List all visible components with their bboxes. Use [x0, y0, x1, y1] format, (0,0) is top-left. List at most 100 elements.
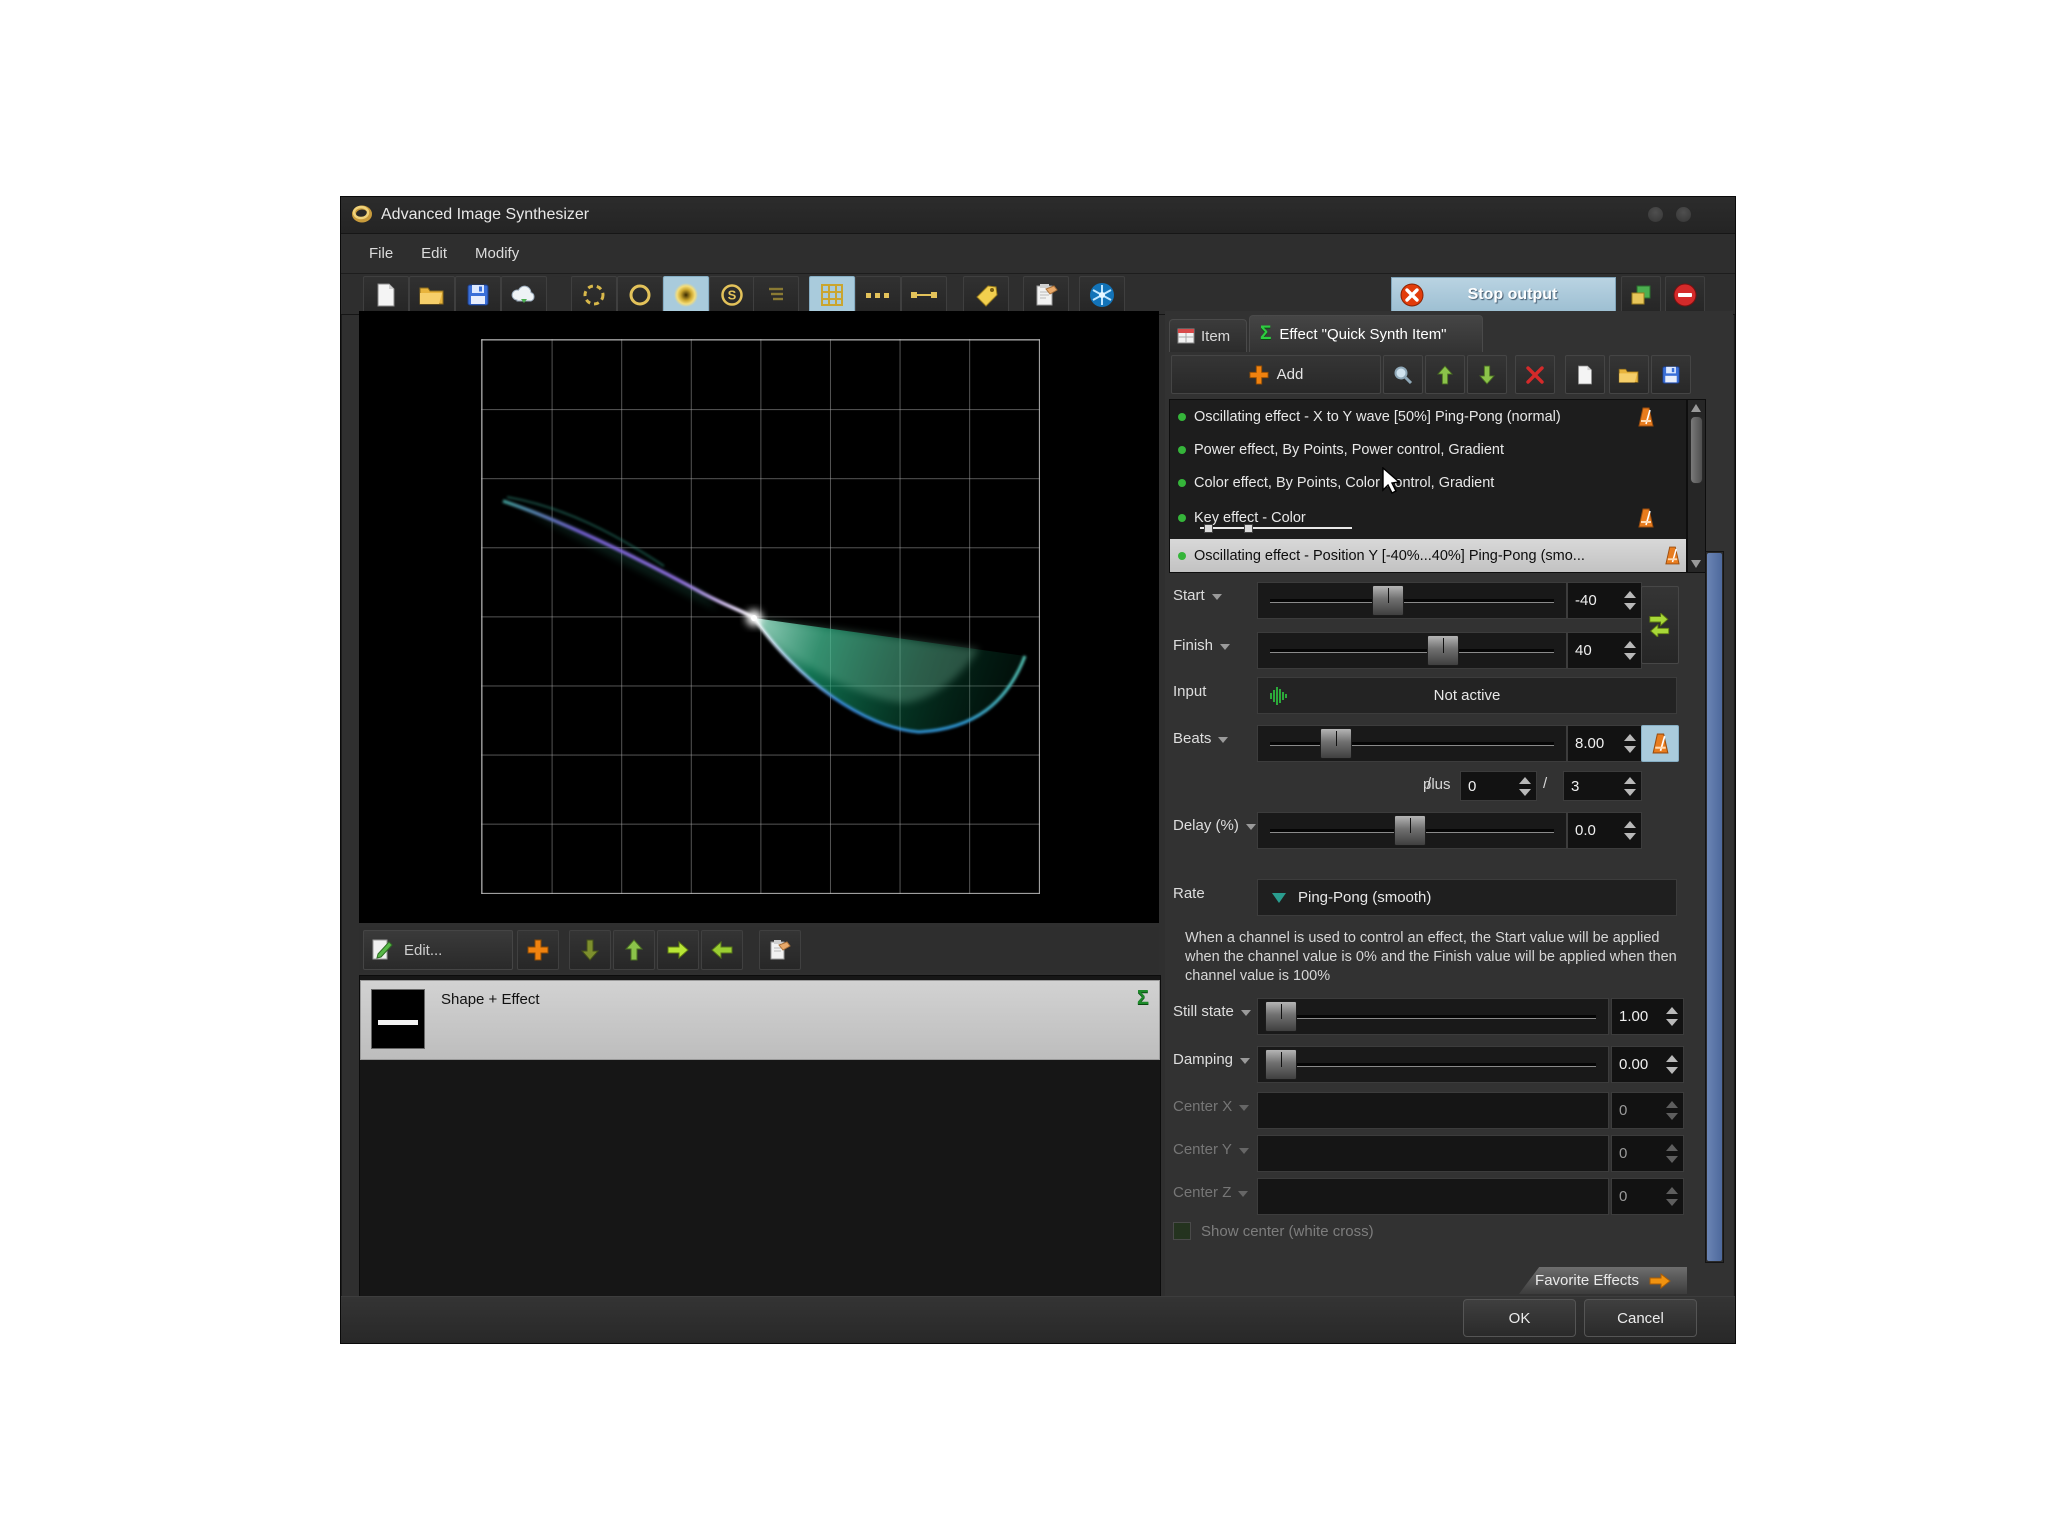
start-slider[interactable] [1257, 582, 1567, 619]
rate-row: Rate Ping-Pong (smooth) [1165, 877, 1710, 917]
beats-spinner[interactable] [1622, 726, 1638, 761]
save-effect-list-button[interactable] [1651, 355, 1691, 394]
effect-row-1[interactable]: Oscillating effect - X to Y wave [50%] P… [1170, 400, 1686, 433]
swap-start-finish-button[interactable] [1641, 586, 1679, 664]
damping-slider[interactable] [1257, 1046, 1609, 1083]
ok-button[interactable]: OK [1463, 1299, 1576, 1337]
add-effect-button[interactable]: Add [1171, 355, 1381, 394]
effect-list-scrollbar[interactable] [1687, 399, 1706, 573]
rate-value: Ping-Pong (smooth) [1298, 889, 1431, 906]
layers-button[interactable] [1621, 276, 1661, 313]
search-effect-button[interactable] [1383, 355, 1423, 394]
finish-value-field[interactable]: 40 [1567, 632, 1642, 669]
center-x-row: Center X 0 [1165, 1090, 1710, 1130]
dashed-circle-tool-button[interactable] [571, 276, 617, 313]
still-state-label-dropdown[interactable]: Still state [1173, 1003, 1251, 1020]
tab-item[interactable]: Item [1169, 319, 1247, 352]
beats-slider[interactable] [1257, 725, 1567, 762]
delete-effect-button[interactable] [1515, 355, 1555, 394]
glow-circle-tool-button[interactable] [663, 276, 709, 313]
beats-label-dropdown[interactable]: Beats [1173, 730, 1228, 747]
delay-value-field[interactable]: 0.0 [1567, 812, 1642, 849]
still-state-spinner[interactable] [1664, 999, 1680, 1034]
window-button-2[interactable] [1676, 207, 1691, 222]
new-effect-list-button[interactable] [1565, 355, 1605, 394]
input-selector[interactable]: Not active [1257, 677, 1677, 714]
show-center-checkbox[interactable] [1173, 1222, 1191, 1240]
start-label-dropdown[interactable]: Start [1173, 587, 1222, 604]
s-circle-icon: S [720, 283, 744, 307]
rate-dropdown[interactable]: Ping-Pong (smooth) [1257, 879, 1677, 916]
menu-modify[interactable]: Modify [461, 234, 533, 273]
stop-output-button[interactable]: Stop output [1391, 277, 1616, 313]
beats-value-field[interactable]: 8.00 [1567, 725, 1642, 762]
edit-button[interactable]: Edit... [363, 930, 513, 970]
grid-view-button[interactable] [809, 276, 855, 313]
still-state-value-field[interactable]: 1.00 [1611, 998, 1684, 1035]
finish-spinner[interactable] [1622, 633, 1638, 668]
delay-slider[interactable] [1257, 812, 1567, 849]
damping-spinner[interactable] [1664, 1047, 1680, 1082]
plus-denominator-field[interactable]: 3 [1563, 771, 1642, 801]
circle-tool-button[interactable] [617, 276, 663, 313]
still-state-slider[interactable] [1257, 998, 1609, 1035]
effect-row-3[interactable]: Color effect, By Points, Color Control, … [1170, 466, 1686, 499]
delay-slider-handle[interactable] [1394, 815, 1426, 846]
finish-slider[interactable] [1257, 632, 1567, 669]
panel-scroll-thumb[interactable] [1707, 553, 1722, 1261]
shape-clipboard-button[interactable] [759, 930, 801, 970]
effect-down-button[interactable] [1467, 355, 1507, 394]
tag-tool-button[interactable] [963, 276, 1009, 313]
panel-scrollbar[interactable] [1705, 551, 1724, 1263]
blackout-button[interactable] [1665, 276, 1705, 313]
save-icon [467, 284, 489, 306]
beats-slider-handle[interactable] [1320, 728, 1352, 759]
finish-label-dropdown[interactable]: Finish [1173, 637, 1230, 654]
new-file-button[interactable] [363, 276, 409, 313]
beats-metronome-button[interactable] [1641, 725, 1679, 762]
move-down-button[interactable] [569, 930, 611, 970]
effect-row-4[interactable]: Key effect - Color [1170, 499, 1686, 537]
effect-up-button[interactable] [1425, 355, 1465, 394]
damping-value-field[interactable]: 0.00 [1611, 1046, 1684, 1083]
start-value-field[interactable]: -40 [1567, 582, 1642, 619]
s-circle-tool-button[interactable]: S [709, 276, 755, 313]
plus-denominator-spinner[interactable] [1622, 772, 1638, 800]
shape-list-row[interactable]: Shape + Effect Σ [360, 980, 1160, 1060]
span-view-button[interactable] [901, 276, 947, 313]
move-left-button[interactable] [701, 930, 743, 970]
plus-spinner[interactable] [1517, 772, 1533, 800]
start-spinner[interactable] [1622, 583, 1638, 618]
main-toolbar: S Stop output [341, 274, 1735, 315]
delay-label-dropdown[interactable]: Delay (%) [1173, 817, 1256, 834]
delay-spinner[interactable] [1622, 813, 1638, 848]
save-button[interactable] [455, 276, 501, 313]
menu-file[interactable]: File [355, 234, 407, 273]
add-shape-button[interactable] [517, 930, 559, 970]
favorite-effects-bar[interactable]: Favorite Effects [1519, 1267, 1687, 1294]
key-effect-timeline[interactable] [1200, 527, 1352, 529]
tab-effect[interactable]: Σ Effect "Quick Synth Item" [1249, 315, 1483, 352]
menu-edit[interactable]: Edit [407, 234, 461, 273]
channel-note-text: When a channel is used to control an eff… [1185, 929, 1685, 986]
clipboard-tool-button[interactable] [1023, 276, 1069, 313]
levels-tool-button[interactable] [753, 276, 799, 313]
ellipsis-view-button[interactable] [855, 276, 901, 313]
damping-label-dropdown[interactable]: Damping [1173, 1051, 1250, 1068]
start-slider-handle[interactable] [1372, 585, 1404, 616]
freeze-tool-button[interactable] [1079, 276, 1125, 313]
plus-value-field[interactable]: 0 [1460, 771, 1537, 801]
open-effect-list-button[interactable] [1609, 355, 1649, 394]
open-button[interactable] [409, 276, 455, 313]
move-right-button[interactable] [657, 930, 699, 970]
move-up-button[interactable] [613, 930, 655, 970]
cancel-button[interactable]: Cancel [1584, 1299, 1697, 1337]
still-state-slider-handle[interactable] [1265, 1001, 1297, 1032]
cloud-save-button[interactable] [501, 276, 547, 313]
effect-row-5-selected[interactable]: Oscillating effect - Position Y [-40%...… [1170, 539, 1686, 572]
scroll-thumb[interactable] [1690, 416, 1703, 484]
window-button-1[interactable] [1648, 207, 1663, 222]
effect-row-2[interactable]: Power effect, By Points, Power control, … [1170, 433, 1686, 466]
damping-slider-handle[interactable] [1265, 1049, 1297, 1080]
finish-slider-handle[interactable] [1427, 635, 1459, 666]
